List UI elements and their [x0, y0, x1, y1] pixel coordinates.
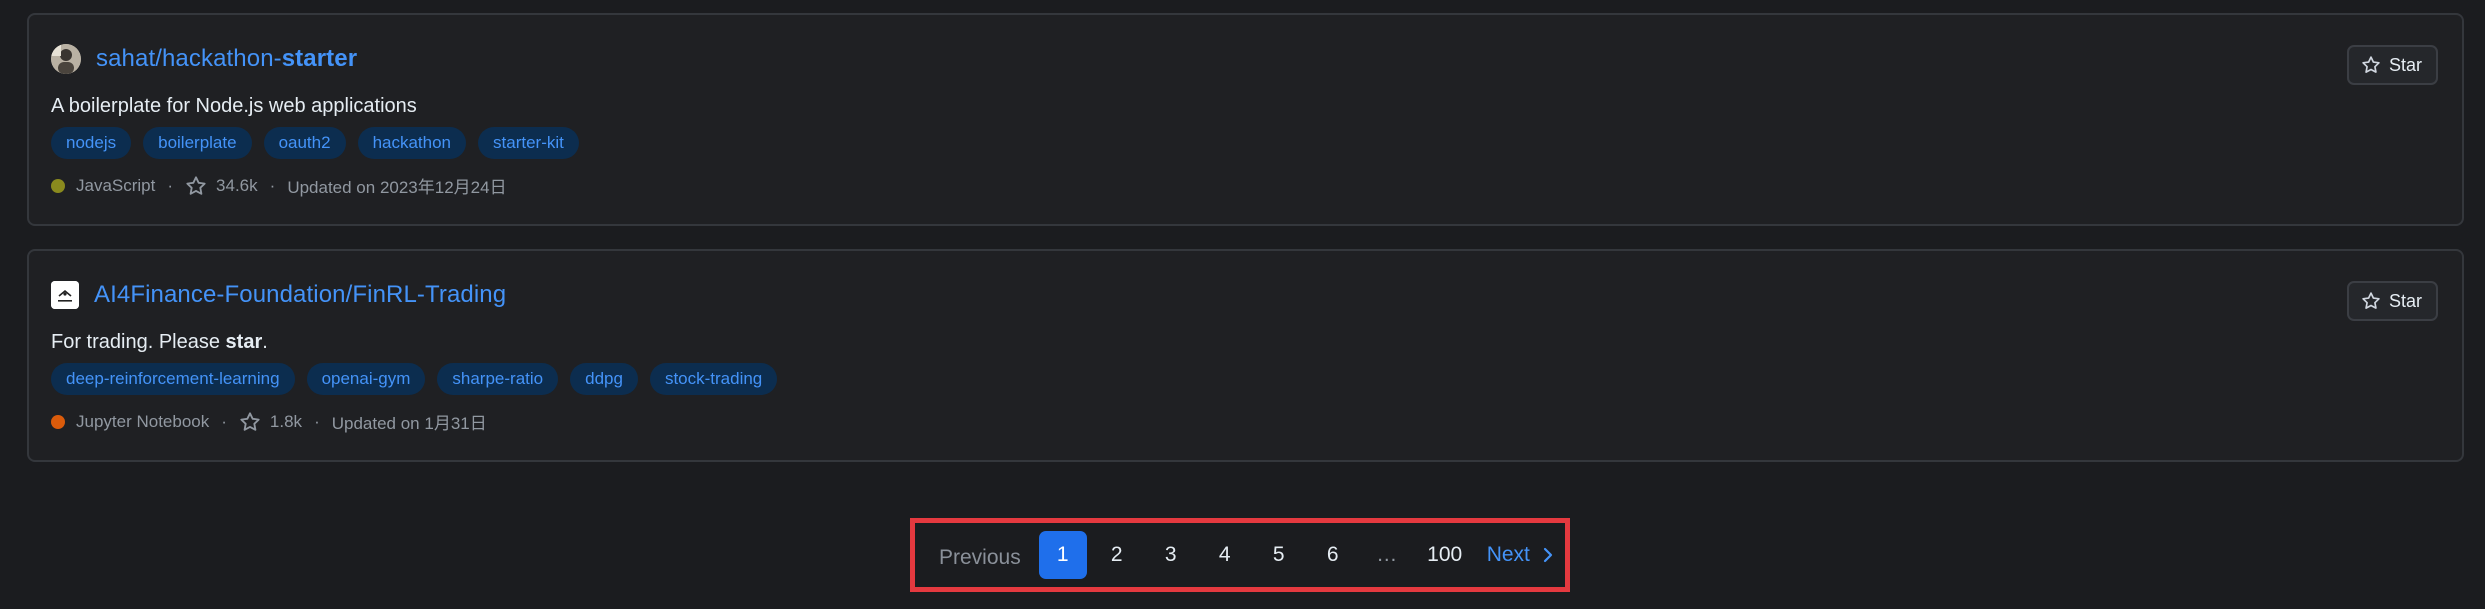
- repo-name: hackathon-: [161, 45, 282, 72]
- topic-tag[interactable]: deep-reinforcement-learning: [51, 363, 295, 395]
- language-color-dot: [51, 414, 65, 429]
- meta-separator: ·: [221, 411, 227, 431]
- repo-header: AI4Finance-Foundation/FinRL-Trading: [51, 277, 506, 313]
- previous-page-button: Previous: [939, 546, 1021, 569]
- pagination: Previous 1 2 3 4 5 6 … 100 Next: [939, 531, 1554, 579]
- repo-updated: Updated on 2023年12月24日: [287, 178, 507, 197]
- star-button[interactable]: Star: [2346, 281, 2438, 321]
- star-icon: [2362, 292, 2380, 309]
- repo-description: A boilerplate for Node.js web applicatio…: [51, 95, 417, 118]
- topic-list: nodejs boilerplate oauth2 hackathon star…: [51, 127, 591, 159]
- page-2-button[interactable]: 2: [1093, 531, 1141, 579]
- page-6-button[interactable]: 6: [1309, 531, 1357, 579]
- repo-star-count: 1.8k: [269, 411, 303, 431]
- repo-stars-link[interactable]: 1.8k: [239, 411, 302, 433]
- page-3-button[interactable]: 3: [1147, 531, 1195, 579]
- repo-updated: Updated on 1月31日: [331, 414, 487, 433]
- description-tail: .: [262, 331, 268, 353]
- repo-name-link[interactable]: AI4Finance-Foundation/FinRL-Trading: [94, 281, 506, 309]
- repo-star-count: 34.6k: [216, 175, 258, 195]
- description-text: For trading. Please: [51, 331, 226, 353]
- repo-owner: AI4Finance-Foundation/: [94, 281, 353, 308]
- page-4-button[interactable]: 4: [1201, 531, 1249, 579]
- repo-name-link[interactable]: sahat/hackathon-starter: [96, 45, 357, 73]
- star-button-label: Star: [2388, 54, 2422, 75]
- owner-avatar[interactable]: [51, 44, 81, 74]
- topic-tag[interactable]: nodejs: [51, 127, 132, 159]
- topic-tag[interactable]: starter-kit: [478, 127, 579, 159]
- topic-tag[interactable]: oauth2: [263, 127, 346, 159]
- search-results-list: sahat/hackathon-starter Star A boilerpla…: [27, 13, 2464, 485]
- next-page-button[interactable]: Next: [1487, 543, 1554, 567]
- repo-owner: sahat/: [96, 45, 162, 72]
- repo-meta: JavaScript · 34.6k · Updated on 2023年12月…: [51, 173, 507, 198]
- topic-tag[interactable]: hackathon: [357, 127, 467, 159]
- next-page-label: Next: [1486, 543, 1530, 566]
- description-text: A boilerplate for Node.js web applicatio…: [51, 95, 417, 117]
- page-5-button[interactable]: 5: [1255, 531, 1303, 579]
- topic-list: deep-reinforcement-learning openai-gym s…: [51, 363, 789, 395]
- star-button-label: Star: [2388, 290, 2422, 311]
- repo-result-card: sahat/hackathon-starter Star A boilerpla…: [27, 13, 2464, 226]
- language-color-dot: [51, 178, 65, 193]
- chevron-right-icon: [1543, 547, 1552, 563]
- topic-tag[interactable]: ddpg: [570, 363, 638, 395]
- star-icon: [2362, 56, 2380, 73]
- description-highlight: star: [225, 331, 263, 353]
- repo-meta: Jupyter Notebook · 1.8k · Updated on 1月3…: [51, 409, 487, 434]
- pagination-highlight-box: Previous 1 2 3 4 5 6 … 100 Next: [910, 518, 1570, 592]
- repo-language: Jupyter Notebook: [76, 411, 210, 431]
- topic-tag[interactable]: openai-gym: [306, 363, 426, 395]
- repo-language: JavaScript: [76, 175, 156, 195]
- owner-avatar[interactable]: [51, 281, 79, 309]
- topic-tag[interactable]: boilerplate: [143, 127, 252, 159]
- page-100-button[interactable]: 100: [1417, 531, 1473, 579]
- repo-result-card: AI4Finance-Foundation/FinRL-Trading Star…: [27, 249, 2464, 462]
- repo-name: FinRL-Trading: [352, 281, 507, 308]
- meta-separator: ·: [314, 411, 320, 431]
- repo-header: sahat/hackathon-starter: [51, 41, 357, 77]
- star-icon: [240, 411, 260, 431]
- repo-stars-link[interactable]: 34.6k: [185, 175, 258, 197]
- topic-tag[interactable]: sharpe-ratio: [437, 363, 559, 395]
- repo-name-highlight: starter: [281, 45, 358, 72]
- topic-tag[interactable]: stock-trading: [649, 363, 778, 395]
- star-button[interactable]: Star: [2346, 45, 2438, 85]
- page-1-button[interactable]: 1: [1038, 531, 1087, 579]
- meta-separator: ·: [269, 175, 276, 195]
- repo-description: For trading. Please star.: [51, 331, 268, 354]
- star-icon: [186, 175, 206, 195]
- pagination-gap: …: [1376, 543, 1398, 566]
- meta-separator: ·: [167, 175, 174, 195]
